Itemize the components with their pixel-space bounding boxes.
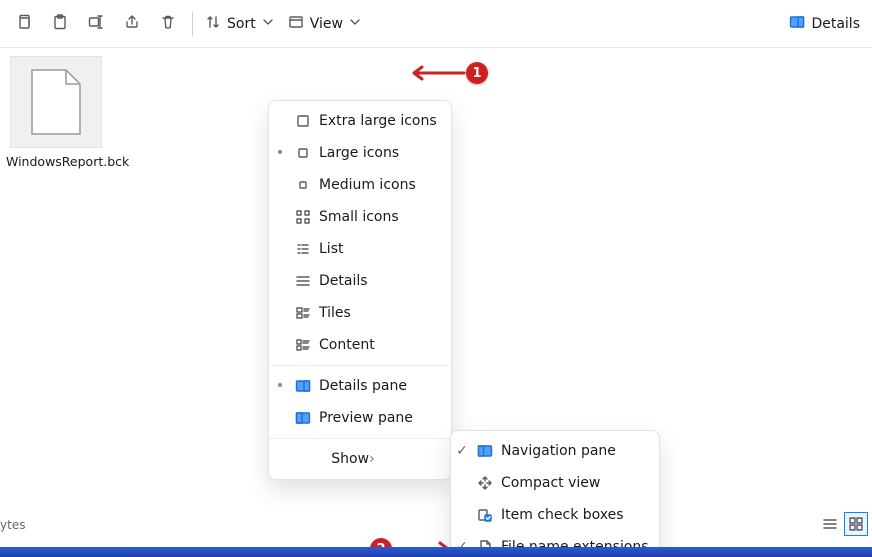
chevron-right-icon: › xyxy=(369,451,383,467)
rename-icon xyxy=(88,14,104,34)
copy-button[interactable] xyxy=(6,6,42,42)
status-bar-viewmode xyxy=(818,512,868,536)
preview-pane-icon xyxy=(291,410,315,426)
medium-icons-icon xyxy=(291,177,315,193)
view-mode-details-button[interactable] xyxy=(818,512,842,536)
view-mode-icons-button[interactable] xyxy=(844,512,868,536)
arrow-left-icon xyxy=(406,63,466,83)
rename-button[interactable] xyxy=(78,6,114,42)
menu-item-label: Preview pane xyxy=(315,410,441,426)
menu-item-preview-pane[interactable]: Preview pane xyxy=(269,402,451,434)
file-name: WindowsReport.bck xyxy=(6,154,106,170)
menu-item-small-icons[interactable]: Small icons xyxy=(269,201,451,233)
share-icon xyxy=(124,14,140,34)
chevron-down-icon xyxy=(347,14,363,34)
view-menu: Extra large icons • Large icons Medium ic… xyxy=(268,100,452,480)
extra-large-icons-icon xyxy=(291,113,315,129)
menu-separator xyxy=(269,438,451,439)
copy-icon xyxy=(16,14,32,34)
navigation-pane-icon xyxy=(473,443,497,459)
annotation-1: 1 xyxy=(406,62,488,84)
share-button[interactable] xyxy=(114,6,150,42)
show-submenu: ✓ Navigation pane Compact view Item check… xyxy=(450,430,660,557)
menu-item-label: Small icons xyxy=(315,209,441,225)
view-button[interactable]: View xyxy=(282,6,369,42)
annotation-badge: 1 xyxy=(466,62,488,84)
menu-item-show[interactable]: Show› xyxy=(269,443,451,475)
sort-button[interactable]: Sort xyxy=(199,6,282,42)
delete-button[interactable] xyxy=(150,6,186,42)
menu-item-label: Content xyxy=(315,337,441,353)
checkboxes-icon xyxy=(473,507,497,523)
toolbar-separator xyxy=(192,12,193,36)
menu-item-compact-view[interactable]: Compact view xyxy=(451,467,659,499)
sort-icon xyxy=(205,14,221,34)
details-pane-icon xyxy=(789,14,805,34)
menu-item-details-pane[interactable]: • Details pane xyxy=(269,370,451,402)
menu-item-large-icons[interactable]: • Large icons xyxy=(269,137,451,169)
file-item[interactable]: WindowsReport.bck xyxy=(6,56,106,170)
menu-item-navigation-pane[interactable]: ✓ Navigation pane xyxy=(451,435,659,467)
menu-item-label: Large icons xyxy=(315,145,441,161)
chevron-down-icon xyxy=(260,14,276,34)
list-icon xyxy=(291,241,315,257)
menu-item-extra-large-icons[interactable]: Extra large icons xyxy=(269,105,451,137)
view-icon xyxy=(288,14,304,34)
menu-item-label: Item check boxes xyxy=(497,507,649,523)
bullet-icon: • xyxy=(269,378,291,394)
taskbar xyxy=(0,547,872,557)
content-icon xyxy=(291,337,315,353)
details-icon xyxy=(291,273,315,289)
file-icon xyxy=(28,68,84,136)
menu-item-label: Tiles xyxy=(315,305,441,321)
tiles-icon xyxy=(291,305,315,321)
menu-item-label: Extra large icons xyxy=(315,113,441,129)
status-bar-text: ytes xyxy=(0,518,25,532)
menu-item-item-check-boxes[interactable]: Item check boxes xyxy=(451,499,659,531)
paste-button[interactable] xyxy=(42,6,78,42)
toolbar: Sort View Details xyxy=(0,0,872,48)
menu-item-medium-icons[interactable]: Medium icons xyxy=(269,169,451,201)
sort-label: Sort xyxy=(227,16,256,32)
menu-item-label: Navigation pane xyxy=(497,443,649,459)
menu-item-list[interactable]: List xyxy=(269,233,451,265)
menu-item-details[interactable]: Details xyxy=(269,265,451,297)
details-pane-button[interactable]: Details xyxy=(783,6,866,42)
menu-item-content[interactable]: Content xyxy=(269,329,451,361)
details-pane-icon xyxy=(291,378,315,394)
compact-view-icon xyxy=(473,475,497,491)
file-thumbnail xyxy=(10,56,102,148)
check-icon: ✓ xyxy=(451,443,473,459)
small-icons-icon xyxy=(291,209,315,225)
file-area: WindowsReport.bck Extra large icons • Lar… xyxy=(0,48,872,538)
large-icons-icon xyxy=(291,145,315,161)
bullet-icon: • xyxy=(269,145,291,161)
menu-item-label: Medium icons xyxy=(315,177,441,193)
menu-item-label: Compact view xyxy=(497,475,649,491)
trash-icon xyxy=(160,14,176,34)
menu-item-label: List xyxy=(315,241,441,257)
clipboard-icon xyxy=(52,14,68,34)
menu-separator xyxy=(269,365,451,366)
menu-item-tiles[interactable]: Tiles xyxy=(269,297,451,329)
menu-item-label: Show xyxy=(327,451,369,467)
view-label: View xyxy=(310,16,343,32)
menu-item-label: Details xyxy=(315,273,441,289)
menu-item-label: Details pane xyxy=(315,378,441,394)
details-pane-label: Details xyxy=(811,16,860,32)
